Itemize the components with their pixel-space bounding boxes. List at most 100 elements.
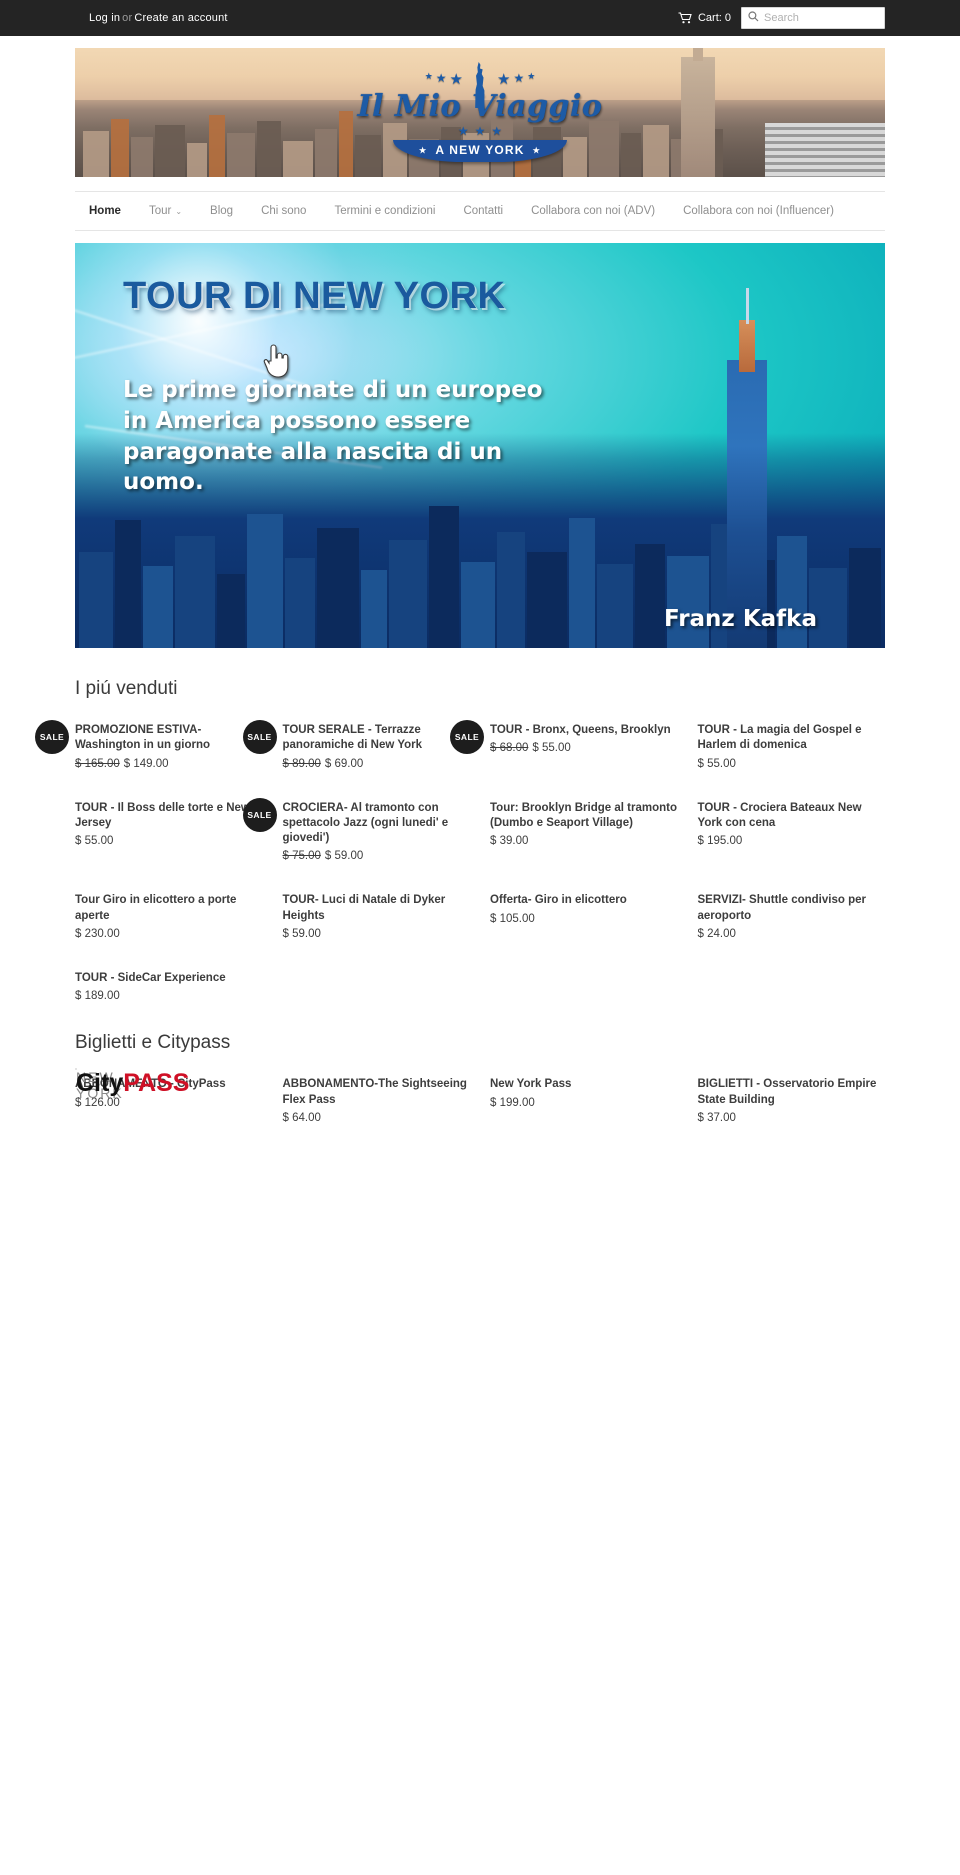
product-price: $ 39.00 — [490, 835, 678, 847]
main-navigation: Home Tour ⌄ Blog Chi sono Termini e condizion… — [75, 191, 885, 231]
hero-esb-spire — [746, 288, 749, 324]
product-grid: SALEPROMOZIONE ESTIVA- Washington in un … — [35, 714, 886, 1002]
product-title[interactable]: Offerta- Giro in elicottero — [490, 893, 678, 908]
nav-item-blog[interactable]: Blog — [210, 205, 233, 217]
product-section: I piú venduti SALEPROMOZIONE ESTIVA- Wash… — [35, 648, 886, 1002]
product-card[interactable]: SALETOUR SERALE - Terrazze panoramiche d… — [242, 714, 471, 770]
product-card[interactable]: TOUR- Luci di Natale di Dyker Heights $ 5… — [283, 884, 471, 940]
product-current-price: $ 189.00 — [75, 990, 120, 1003]
product-card[interactable]: Offerta- Giro in elicottero $ 105.00 — [490, 884, 678, 940]
account-links: Log in or Create an account — [89, 12, 228, 24]
product-title[interactable]: PROMOZIONE ESTIVA- Washington in un gior… — [75, 723, 263, 754]
product-card[interactable]: ABBONAMENTO-The Sightseeing Flex Pass $ 6… — [283, 1068, 471, 1124]
product-current-price: $ 55.00 — [532, 742, 571, 755]
nav-item-tour[interactable]: Tour ⌄ — [149, 205, 182, 217]
header-banner-image[interactable]: ★ ★ ★ ★ ★ ★ Il Mio Viaggio ★ ★ ★ ★ A NEW YORK … — [75, 48, 885, 177]
login-link[interactable]: Log in — [89, 12, 120, 24]
chevron-down-icon: ⌄ — [175, 206, 183, 216]
product-current-price: $ 39.00 — [490, 835, 529, 848]
product-price: $ 230.00 — [75, 928, 263, 940]
nav-item-collabora-con-noi-influencer[interactable]: Collabora con noi (Influencer) — [683, 205, 834, 217]
product-current-price: $ 199.00 — [490, 1096, 535, 1109]
shopping-cart-icon — [678, 12, 692, 24]
product-current-price: $ 37.00 — [697, 1111, 736, 1124]
cart-count-label: Cart: 0 — [697, 12, 731, 24]
product-card[interactable]: SALECROCIERA- Al tramonto con spettacolo… — [242, 792, 471, 862]
ribbon-label: A NEW YORK — [435, 143, 525, 157]
nav-item-collabora-con-noi-adv[interactable]: Collabora con noi (ADV) — [531, 205, 655, 217]
product-card[interactable]: TOUR - SideCar Experience $ 189.00 — [75, 962, 263, 1002]
product-card[interactable]: SALEPROMOZIONE ESTIVA- Washington in un … — [35, 714, 263, 770]
nav-item-label: Home — [89, 205, 121, 217]
search-box[interactable] — [741, 7, 885, 29]
cart-link[interactable]: Cart: 0 — [678, 12, 731, 24]
product-title[interactable]: TOUR - La magia del Gospel e Harlem di d… — [698, 723, 886, 754]
product-title[interactable]: CROCIERA- Al tramonto con spettacolo Jaz… — [283, 801, 471, 847]
product-title[interactable]: TOUR - Il Boss delle torte e New Jersey — [75, 801, 263, 832]
hero-esb-crown — [739, 320, 755, 372]
site-logo[interactable]: ★ ★ ★ ★ ★ ★ Il Mio Viaggio ★ ★ ★ ★ A NEW YORK … — [75, 62, 885, 162]
product-price: $ 55.00 — [75, 835, 263, 847]
product-card[interactable]: TOUR - Il Boss delle torte e New Jersey $… — [75, 792, 263, 863]
ribbon-star-left-icon: ★ — [418, 145, 428, 155]
site-header: ★ ★ ★ ★ ★ ★ Il Mio Viaggio ★ ★ ★ ★ A NEW YORK … — [75, 36, 885, 177]
product-current-price: $ 24.00 — [697, 927, 736, 940]
product-title[interactable]: Tour Giro in elicottero a porte aperte — [75, 893, 263, 924]
nav-item-contatti[interactable]: Contatti — [463, 205, 503, 217]
product-price: $ 189.00 — [75, 990, 263, 1002]
product-title[interactable]: BIGLIETTI - Osservatorio Empire State Bu… — [698, 1077, 886, 1108]
product-section: Biglietti e Citypass NEW YORKCityPASSABBO… — [75, 1002, 885, 1146]
product-title[interactable]: SERVIZI- Shuttle condiviso per aeroporto — [698, 893, 886, 924]
nav-item-label: Termini e condizioni — [334, 205, 436, 217]
product-card[interactable]: Tour: Brooklyn Bridge al tramonto (Dumbo… — [490, 792, 678, 863]
product-title[interactable]: TOUR- Luci di Natale di Dyker Heights — [283, 893, 471, 924]
nav-item-label: Tour — [148, 205, 172, 217]
product-price: $ 89.00 $ 69.00 — [283, 758, 471, 770]
create-account-link[interactable]: Create an account — [134, 12, 227, 24]
product-title[interactable]: TOUR - SideCar Experience — [75, 971, 263, 986]
product-card[interactable]: NEW YORKCityPASSABBONAMENTO - CityPass$ … — [75, 1068, 263, 1124]
or-separator: or — [122, 12, 133, 24]
search-input[interactable] — [764, 12, 874, 24]
product-price: $ 165.00 $ 149.00 — [75, 758, 263, 770]
product-price: $ 75.00 $ 59.00 — [283, 850, 471, 862]
hero-title: TOUR DI NEW YORK — [123, 275, 506, 317]
product-card[interactable]: TOUR - La magia del Gospel e Harlem di d… — [698, 714, 886, 770]
section-title: I piú venduti — [75, 678, 178, 699]
top-bar: Log in or Create an account Cart: 0 — [0, 0, 960, 36]
hero-empire-state-building — [727, 360, 767, 648]
nav-item-chi-sono[interactable]: Chi sono — [261, 205, 306, 217]
product-title[interactable]: New York Pass — [490, 1077, 678, 1092]
product-current-price: $ 59.00 — [324, 850, 364, 863]
product-price: $ 37.00 — [698, 1112, 886, 1124]
product-current-price: $ 149.00 — [123, 757, 169, 770]
product-grid: NEW YORKCityPASSABBONAMENTO - CityPass$ … — [75, 1068, 885, 1146]
nav-item-label: Chi sono — [261, 205, 307, 217]
product-old-price: $ 75.00 — [282, 850, 321, 863]
nav-item-label: Contatti — [463, 205, 504, 217]
hero-slideshow[interactable]: TOUR DI NEW YORK Le prime giornate di un… — [75, 243, 885, 648]
product-title[interactable]: TOUR SERALE - Terrazze panoramiche di Ne… — [283, 723, 471, 754]
product-current-price: $ 230.00 — [75, 927, 120, 940]
product-current-price: $ 69.00 — [324, 757, 364, 770]
product-card[interactable]: Tour Giro in elicottero a porte aperte $ … — [75, 884, 263, 940]
nav-item-termini-e-condizioni[interactable]: Termini e condizioni — [334, 205, 435, 217]
product-card[interactable]: BIGLIETTI - Osservatorio Empire State Bu… — [698, 1068, 886, 1124]
nav-item-home[interactable]: Home — [89, 205, 121, 217]
product-title[interactable]: ABBONAMENTO-The Sightseeing Flex Pass — [283, 1077, 471, 1108]
product-old-price: $ 68.00 — [490, 742, 529, 755]
product-current-price: $ 195.00 — [697, 835, 743, 848]
hero-quote-author: Franz Kafka — [663, 606, 817, 632]
ribbon-star-right-icon: ★ — [532, 145, 542, 155]
product-title[interactable]: TOUR - Crociera Bateaux New York con cen… — [698, 801, 886, 832]
hero-slide[interactable]: TOUR DI NEW YORK Le prime giornate di un… — [75, 243, 885, 648]
product-title[interactable]: TOUR - Bronx, Queens, Brooklyn — [490, 723, 678, 738]
product-title[interactable]: Tour: Brooklyn Bridge al tramonto (Dumbo… — [490, 801, 678, 832]
product-price: $ 59.00 — [283, 928, 471, 940]
product-card[interactable]: SERVIZI- Shuttle condiviso per aeroporto… — [698, 884, 886, 940]
product-price: $ 68.00 $ 55.00 — [490, 742, 678, 754]
product-card[interactable]: New York Pass $ 199.00 — [490, 1068, 678, 1124]
product-card[interactable]: TOUR - Crociera Bateaux New York con cen… — [698, 792, 886, 863]
product-price: $ 199.00 — [490, 1097, 678, 1109]
product-card[interactable]: SALETOUR - Bronx, Queens, Brooklyn$ 68.0… — [450, 714, 678, 770]
